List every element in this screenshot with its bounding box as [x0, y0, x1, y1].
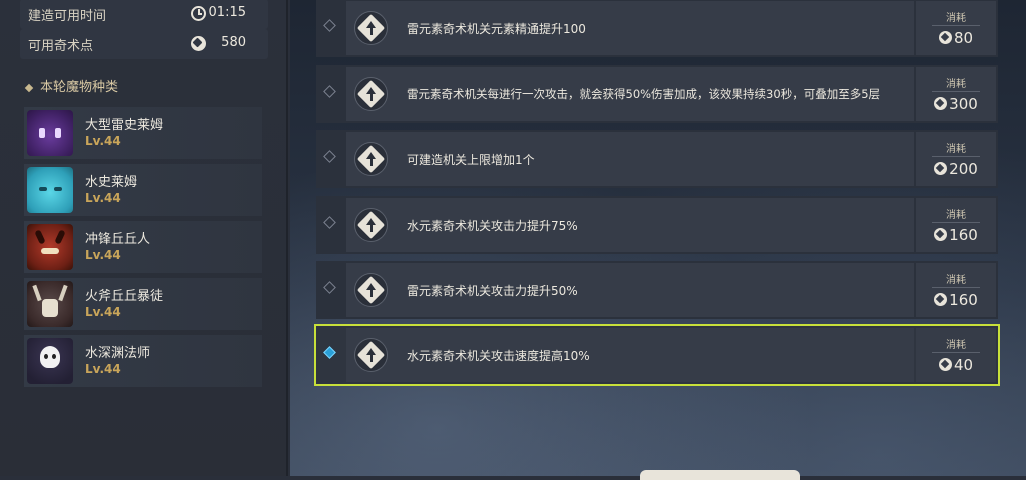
build-time-label: 建造可用时间 — [28, 9, 107, 24]
skill-option-body: 雷元素奇术机关攻击力提升50% — [346, 263, 914, 317]
monster-card[interactable]: 水深渊法师 Lv.44 — [24, 335, 262, 387]
skill-description: 雷元素奇术机关每进行一次攻击，就会获得50%伤害加成，该效果持续30秒，可叠加至… — [407, 87, 881, 101]
cost-divider — [932, 91, 980, 92]
monster-card[interactable]: 火斧丘丘暴徒 Lv.44 — [24, 278, 262, 330]
skill-description: 水元素奇术机关攻击力提升75% — [407, 219, 578, 233]
cost-amount: 160 — [949, 226, 978, 244]
hydro-slime-portrait-icon — [27, 167, 73, 213]
skill-option-row-selected[interactable]: 水元素奇术机关攻击速度提高10% 消耗 40 — [314, 324, 1000, 386]
diamond-checkbox-icon[interactable] — [323, 19, 336, 32]
diamond-checkbox-icon[interactable] — [323, 346, 336, 359]
monster-name: 水史莱姆 — [85, 175, 138, 190]
mitachurl-portrait-icon — [27, 281, 73, 327]
cost-value: 300 — [916, 95, 996, 113]
skill-option-row[interactable]: 水元素奇术机关攻击力提升75% 消耗 160 — [316, 196, 998, 254]
upgrade-arrow-icon — [354, 208, 388, 242]
cost-label: 消耗 — [946, 79, 966, 90]
cost-value: 160 — [916, 291, 996, 309]
skill-description: 雷元素奇术机关攻击力提升50% — [407, 284, 578, 298]
crystal-currency-icon — [938, 358, 952, 371]
cost-box: 消耗 40 — [916, 328, 996, 382]
monster-level: Lv.44 — [85, 248, 121, 262]
diamond-checkbox-icon[interactable] — [323, 281, 336, 294]
skill-description: 水元素奇术机关攻击速度提高10% — [407, 349, 590, 363]
cost-label: 消耗 — [946, 144, 966, 155]
monster-name: 水深渊法师 — [85, 346, 151, 361]
skill-option-body: 可建造机关上限增加1个 — [346, 132, 914, 186]
monster-section-title-text: 本轮魔物种类 — [40, 80, 119, 95]
upgrade-arrow-icon — [354, 77, 388, 111]
cost-divider — [932, 25, 980, 26]
monster-card[interactable]: 冲锋丘丘人 Lv.44 — [24, 221, 262, 273]
points-value: 580 — [221, 35, 246, 50]
electro-slime-portrait-icon — [27, 110, 73, 156]
crystal-currency-icon — [191, 36, 206, 51]
monster-card[interactable]: 大型雷史莱姆 Lv.44 — [24, 107, 262, 159]
diamond-checkbox-icon[interactable] — [323, 216, 336, 229]
cost-divider — [932, 287, 980, 288]
skill-option-body: 雷元素奇术机关元素精通提升100 — [346, 1, 914, 55]
diamond-checkbox-icon[interactable] — [323, 150, 336, 163]
skill-description: 可建造机关上限增加1个 — [407, 153, 535, 167]
cost-box: 消耗 300 — [916, 67, 996, 121]
cost-box: 消耗 160 — [916, 263, 996, 317]
cost-label: 消耗 — [946, 13, 966, 24]
skill-option-row[interactable]: 雷元素奇术机关攻击力提升50% 消耗 160 — [316, 261, 998, 319]
skill-description: 雷元素奇术机关元素精通提升100 — [407, 22, 586, 36]
upgrade-arrow-icon — [354, 338, 388, 372]
cost-label: 消耗 — [946, 275, 966, 286]
cost-box: 消耗 160 — [916, 198, 996, 252]
points-label: 可用奇术点 — [28, 39, 94, 54]
build-time-value: 01:15 — [208, 5, 246, 20]
monster-name: 大型雷史莱姆 — [85, 118, 164, 133]
hydro-abyss-mage-portrait-icon — [27, 338, 73, 384]
points-row: 可用奇术点 580 — [20, 29, 268, 59]
skill-option-row[interactable]: 雷元素奇术机关每进行一次攻击，就会获得50%伤害加成，该效果持续30秒，可叠加至… — [316, 65, 998, 123]
clock-icon — [191, 6, 206, 21]
build-time-row: 建造可用时间 01:15 — [20, 0, 268, 29]
cost-divider — [932, 156, 980, 157]
monster-level: Lv.44 — [85, 134, 121, 148]
crystal-currency-icon — [938, 31, 952, 44]
cost-box: 消耗 80 — [916, 1, 996, 55]
skill-option-body: 水元素奇术机关攻击力提升75% — [346, 198, 914, 252]
monster-name: 火斧丘丘暴徒 — [85, 289, 164, 304]
upgrade-arrow-icon — [354, 11, 388, 45]
cost-label: 消耗 — [946, 340, 966, 351]
skill-option-row[interactable]: 雷元素奇术机关元素精通提升100 消耗 80 — [316, 0, 998, 57]
cost-label: 消耗 — [946, 210, 966, 221]
monster-level: Lv.44 — [85, 362, 121, 376]
hilichurl-fighter-portrait-icon — [27, 224, 73, 270]
crystal-currency-icon — [934, 162, 948, 175]
left-panel: 建造可用时间 01:15 可用奇术点 580 本轮魔物种类 大型雷史莱姆 Lv.… — [0, 0, 288, 476]
crystal-currency-icon — [934, 97, 948, 110]
diamond-checkbox-icon[interactable] — [323, 85, 336, 98]
cost-divider — [932, 222, 980, 223]
skill-option-row[interactable]: 可建造机关上限增加1个 消耗 200 — [316, 130, 998, 188]
monster-level: Lv.44 — [85, 305, 121, 319]
diamond-bullet-icon — [24, 83, 34, 92]
cost-amount: 300 — [949, 95, 978, 113]
skill-option-body: 水元素奇术机关攻击速度提高10% — [346, 328, 914, 382]
cost-divider — [932, 352, 980, 353]
cost-value: 40 — [916, 356, 996, 374]
crystal-currency-icon — [934, 228, 948, 241]
upgrade-arrow-icon — [354, 273, 388, 307]
skill-option-body: 雷元素奇术机关每进行一次攻击，就会获得50%伤害加成，该效果持续30秒，可叠加至… — [346, 67, 914, 121]
crystal-currency-icon — [934, 293, 948, 306]
confirm-button-edge[interactable] — [640, 470, 800, 480]
cost-box: 消耗 200 — [916, 132, 996, 186]
cost-amount: 80 — [953, 29, 974, 47]
cost-value: 80 — [916, 29, 996, 47]
cost-amount: 200 — [949, 160, 978, 178]
monster-level: Lv.44 — [85, 191, 121, 205]
monster-name: 冲锋丘丘人 — [85, 232, 151, 247]
upgrade-arrow-icon — [354, 142, 388, 176]
monster-card[interactable]: 水史莱姆 Lv.44 — [24, 164, 262, 216]
cost-value: 200 — [916, 160, 996, 178]
cost-amount: 160 — [949, 291, 978, 309]
cost-amount: 40 — [953, 356, 974, 374]
cost-value: 160 — [916, 226, 996, 244]
monster-section-title: 本轮魔物种类 — [24, 76, 119, 95]
